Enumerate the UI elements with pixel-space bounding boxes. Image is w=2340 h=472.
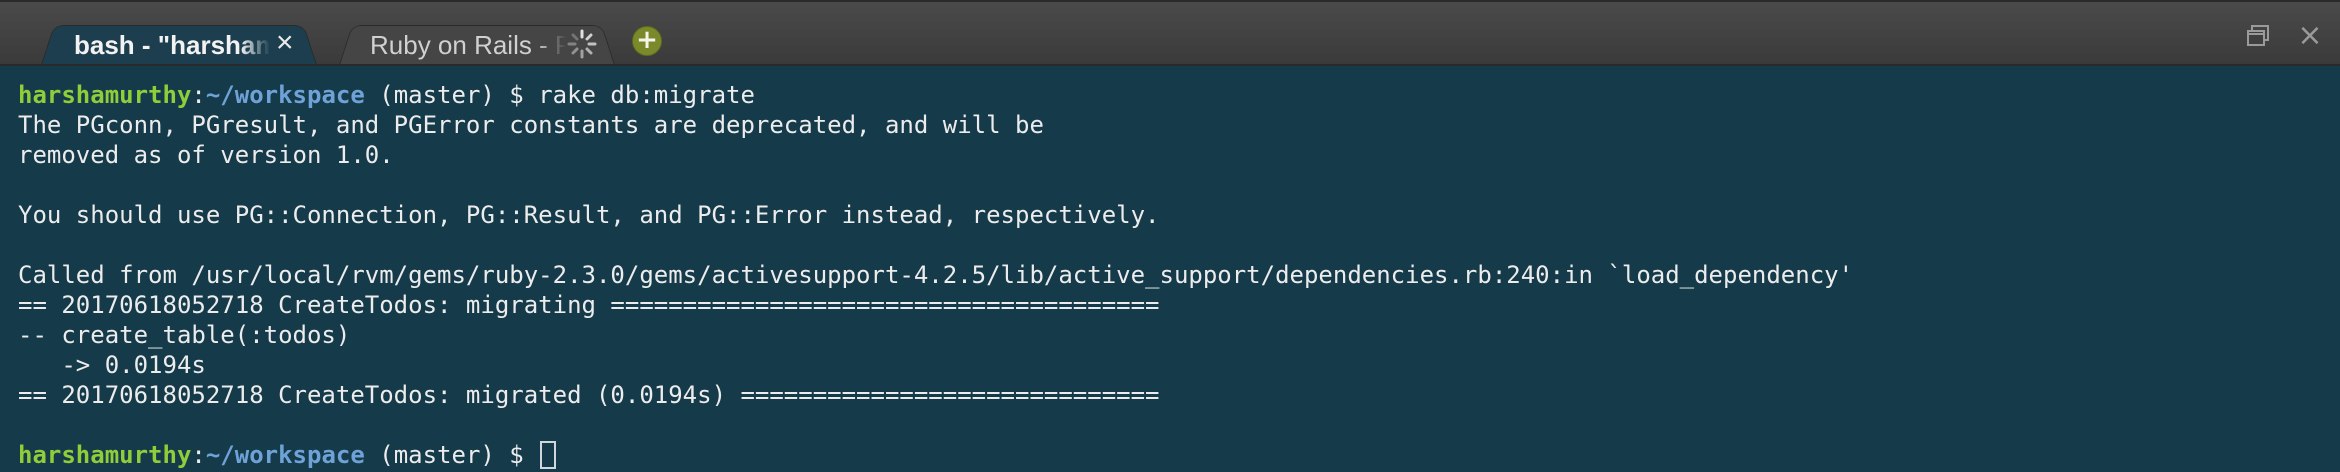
prompt-path: ~/workspace	[205, 441, 365, 469]
current-prompt-line[interactable]: harshamurthy:~/workspace (master) $	[18, 440, 557, 470]
tab-rails-preview[interactable]: Ruby on Rails - Preview	[338, 20, 616, 68]
close-window-icon[interactable]: ×	[2296, 21, 2324, 51]
prompt-line: harshamurthy:~/workspace (master) $ rake…	[18, 80, 755, 110]
prompt-branch: (master) $	[364, 441, 539, 469]
prompt-path: ~/workspace	[205, 81, 365, 109]
command-text: rake db:migrate	[538, 81, 755, 109]
output-line: -> 0.0194s	[18, 351, 206, 379]
tab-bar: bash - "harshamurthy" × Ruby on Rails - …	[0, 0, 2340, 68]
output-line: == 20170618052718 CreateTodos: migrating…	[18, 291, 1160, 319]
output-line: You should use PG::Connection, PG::Resul…	[18, 201, 1160, 229]
tab-close-icon[interactable]: ×	[276, 28, 294, 58]
output-line: == 20170618052718 CreateTodos: migrated …	[18, 381, 1160, 409]
tab-bash[interactable]: bash - "harshamurthy" ×	[40, 20, 318, 68]
prompt-user: harshamurthy	[18, 81, 192, 109]
prompt-colon: :	[191, 441, 206, 469]
output-line: Called from /usr/local/rvm/gems/ruby-2.3…	[18, 261, 1854, 289]
new-tab-button[interactable]: +	[632, 25, 662, 56]
tab-label: Ruby on Rails - Preview	[370, 30, 566, 60]
prompt-user: harshamurthy	[18, 441, 192, 469]
terminal-output[interactable]: harshamurthy:~/workspace (master) $ rake…	[0, 66, 2340, 472]
tab-label: bash - "harshamurthy"	[74, 30, 270, 60]
output-line: removed as of version 1.0.	[18, 141, 394, 169]
terminal-cursor	[540, 441, 557, 469]
plus-icon: +	[636, 25, 658, 55]
restore-window-icon[interactable]	[2244, 22, 2272, 50]
output-line: The PGconn, PGresult, and PGError consta…	[18, 111, 1044, 139]
output-line: -- create_table(:todos)	[18, 321, 351, 349]
prompt-colon: :	[191, 81, 206, 109]
loading-spinner-icon	[567, 29, 597, 59]
prompt-branch: (master) $	[364, 81, 539, 109]
